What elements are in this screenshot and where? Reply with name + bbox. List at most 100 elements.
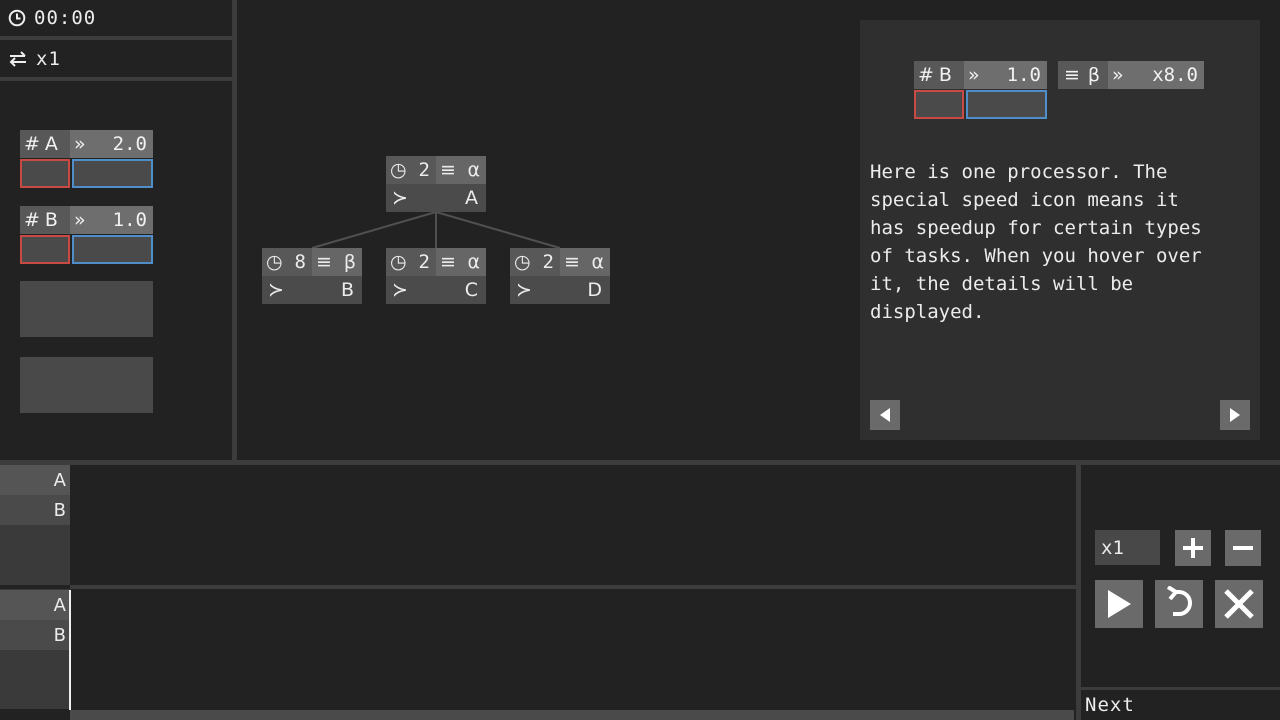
clock-icon: [8, 9, 26, 27]
task-node-a[interactable]: ◷ 2 ≡ α ≻ A: [386, 156, 486, 212]
list-icon: ≡: [440, 251, 456, 273]
next-button[interactable]: Next: [1085, 694, 1135, 716]
empty-processor-slot[interactable]: [20, 357, 153, 413]
task-name: D: [587, 279, 602, 301]
terminal-icon: ≻: [268, 279, 284, 301]
processor-speed-cell: » 1.0: [964, 61, 1047, 89]
next-page-button[interactable]: [1220, 400, 1250, 430]
processor-id: A: [44, 133, 58, 155]
processor-red-bar: [20, 235, 70, 264]
speed-readout: x1: [8, 47, 61, 71]
processor-id-cell: # B: [20, 206, 70, 234]
speed-value: x1: [36, 48, 61, 70]
task-duration: 2: [542, 251, 554, 273]
special-type-cell: ≡ β: [1058, 61, 1108, 89]
task-type: α: [467, 159, 480, 181]
list-icon: ≡: [440, 159, 456, 181]
speed-increase-button[interactable]: [1175, 530, 1211, 566]
processor-id-cell: # A: [20, 130, 70, 158]
special-speed-cell: » x8.0: [1108, 61, 1204, 89]
clock-icon: ◷: [514, 251, 531, 273]
empty-processor-slot[interactable]: [20, 281, 153, 337]
controls-divider: [1076, 465, 1081, 720]
speed-chevron-icon: »: [74, 133, 86, 155]
main-divider: [0, 460, 1280, 465]
next-divider: [1081, 687, 1280, 690]
special-speed: x8.0: [1152, 64, 1198, 86]
timeline-upper-row-a: A: [0, 465, 70, 495]
task-duration: 8: [294, 251, 306, 273]
task-name: C: [464, 279, 478, 301]
task-name: B: [340, 279, 354, 301]
processor-blue-bar: [72, 235, 153, 264]
tutorial-processor[interactable]: # B » 1.0: [914, 61, 1047, 119]
undo-icon: [1166, 586, 1192, 616]
list-icon: ≡: [1064, 64, 1080, 86]
clock-icon: ◷: [390, 159, 407, 181]
terminal-icon: ≻: [392, 187, 408, 209]
processor-a[interactable]: # A » 2.0: [20, 130, 153, 188]
special-speed-badge[interactable]: ≡ β » x8.0: [1058, 61, 1204, 89]
triangle-left-icon: [880, 408, 890, 422]
timeline-divider: [70, 585, 1076, 589]
plus-icon: [1183, 538, 1203, 558]
processor-red-bar: [20, 159, 70, 188]
task-node-d[interactable]: ◷ 2 ≡ α ≻ D: [510, 248, 610, 304]
terminal-icon: ≻: [516, 279, 532, 301]
play-button[interactable]: [1095, 580, 1143, 628]
task-type: α: [467, 251, 480, 273]
reset-button[interactable]: [1155, 580, 1203, 628]
processor-speed: 2.0: [112, 133, 147, 155]
processor-speed: 1.0: [1006, 64, 1041, 86]
processor-id: B: [44, 209, 58, 231]
processor-b[interactable]: # B » 1.0: [20, 206, 153, 264]
task-node-c[interactable]: ◷ 2 ≡ α ≻ C: [386, 248, 486, 304]
clock-icon: ◷: [390, 251, 407, 273]
timeline-lower-row-a: A: [0, 590, 70, 620]
task-graph-edges: [311, 211, 561, 249]
processor-blue-bar: [966, 90, 1047, 119]
terminal-icon: ≻: [392, 279, 408, 301]
prev-button[interactable]: [870, 400, 900, 430]
speed-decrease-button[interactable]: [1225, 530, 1261, 566]
list-icon: ≡: [564, 251, 580, 273]
edge-a-b: [311, 211, 437, 249]
task-type: α: [591, 251, 604, 273]
processor-red-bar: [914, 90, 964, 119]
special-type: β: [1087, 64, 1101, 86]
edge-a-d: [435, 211, 561, 249]
swap-arrows-icon: [9, 51, 26, 67]
tutorial-text: Here is one processor. The special speed…: [870, 161, 1202, 323]
speed-chevron-icon: »: [1112, 64, 1124, 86]
timeline-upper-row-b: B: [0, 495, 70, 525]
clear-button[interactable]: [1215, 580, 1263, 628]
time-readout: 00:00: [8, 6, 96, 30]
processor-id: B: [938, 64, 952, 86]
playhead[interactable]: [69, 590, 71, 710]
timeline-lower-row-b: B: [0, 620, 70, 650]
play-icon: [1108, 590, 1131, 618]
speed-field[interactable]: x1: [1095, 530, 1160, 565]
processor-id-cell: # B: [914, 61, 964, 89]
task-type: β: [343, 251, 356, 273]
minus-icon: [1233, 546, 1253, 550]
clock-icon: ◷: [266, 251, 283, 273]
processor-blue-bar: [72, 159, 153, 188]
speed-divider: [0, 77, 232, 81]
processor-speed: 1.0: [112, 209, 147, 231]
close-icon: [1224, 589, 1254, 619]
speed-chevron-icon: »: [74, 209, 86, 231]
list-icon: ≡: [316, 251, 332, 273]
hash-icon: #: [24, 209, 40, 231]
time-value: 00:00: [34, 7, 97, 29]
task-duration: 2: [418, 159, 430, 181]
tutorial-panel: # B » 1.0 ≡ β » x8.0 Here is one process…: [860, 20, 1260, 440]
hash-icon: #: [918, 64, 934, 86]
time-divider: [0, 36, 232, 40]
task-name: A: [465, 187, 478, 209]
triangle-right-icon: [1230, 408, 1240, 422]
processor-speed-cell: » 2.0: [70, 130, 153, 158]
task-node-b[interactable]: ◷ 8 ≡ β ≻ B: [262, 248, 362, 304]
processor-speed-cell: » 1.0: [70, 206, 153, 234]
timeline-scrollbar[interactable]: [70, 710, 1074, 720]
